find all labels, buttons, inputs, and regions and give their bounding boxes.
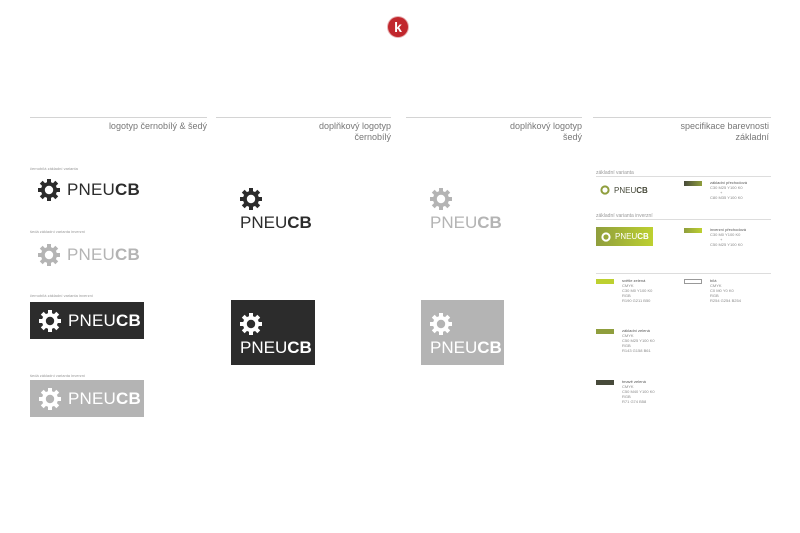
column-title-3: doplňkový logotyp šedý: [509, 121, 582, 142]
swatch-dark-green: [596, 380, 614, 385]
spec-white: bílá CMYK C0 M0 Y0 K0 RGB R254 G254 B254: [710, 278, 741, 303]
swatch-white: [684, 279, 702, 284]
spec-dark-green: tmavě zelená CMYK C50 M40 Y100 K0 RGB R7…: [622, 379, 655, 404]
ring-icon: [601, 231, 611, 242]
logo-wordmark: PNEUCB: [615, 232, 649, 241]
logo-grey-basic: PNEUCB: [38, 244, 140, 266]
gear-icon: [38, 244, 60, 266]
spec-rule-3: [596, 273, 771, 274]
ring-icon: [600, 185, 610, 195]
label-bw-basic: černobílá základní varianta: [30, 166, 78, 171]
column-rule-3: [406, 117, 582, 118]
logo-vertical-grey: PNEUCB: [430, 188, 502, 233]
swatch-gradient-basic: [684, 181, 702, 186]
logo-grey-inverse-panel: PNEUCB: [30, 380, 144, 417]
gear-icon: [38, 179, 60, 201]
gear-icon: [430, 188, 452, 210]
logo-bw-basic: PNEUCB: [38, 179, 140, 201]
gear-icon: [240, 313, 262, 335]
column-rule-1: [30, 117, 207, 118]
gear-icon: [430, 313, 452, 335]
column-rule-4: [593, 117, 771, 118]
label-grey-basic: šedá základní varianta inverzní: [30, 229, 86, 234]
logo-vertical-grey-inverse-panel: PNEUCB: [421, 300, 504, 365]
spec-basic-green: základní zelená CMYK C50 M25 Y100 K0 RGB…: [622, 328, 655, 353]
column-title-2: doplňkový logotyp černobílý: [318, 121, 391, 142]
label-grey-inverse: šedá základní varianta inverzní: [30, 373, 86, 378]
swatch-basic-green: [596, 329, 614, 334]
spec-gradient-inverse: inverzní přechodová C30 M0 Y100 K0 + C50…: [710, 227, 747, 247]
logo-color-basic: PNEUCB: [600, 185, 648, 195]
spec-light-green: světle zelená CMYK C30 M0 Y100 K0 RGB R1…: [622, 278, 653, 303]
label-bw-inverse: černobílá základní varianta inverzní: [30, 293, 93, 298]
column-title-4: specifikace barevnosti základní: [680, 121, 769, 142]
logo-wordmark: PNEUCB: [68, 310, 142, 330]
column-title-1: logotyp černobílý & šedý: [108, 121, 207, 131]
logo-vertical-bw: PNEUCB: [240, 188, 312, 233]
swatch-light-green: [596, 279, 614, 284]
logo-bw-inverse-panel: PNEUCB: [30, 302, 144, 339]
gear-icon: [39, 309, 61, 332]
logo-wordmark: PNEUCB: [430, 338, 502, 357]
gear-icon: [39, 387, 61, 410]
logo-wordmark: PNEUCB: [430, 213, 502, 232]
spec-rule-1: [596, 176, 771, 177]
logo-wordmark: PNEUCB: [240, 338, 312, 357]
column-rule-2: [216, 117, 391, 118]
logo-wordmark: PNEUCB: [240, 213, 312, 232]
logo-wordmark: PNEUCB: [67, 245, 141, 264]
logo-vertical-bw-inverse-panel: PNEUCB: [231, 300, 315, 365]
logo-wordmark: PNEUCB: [68, 388, 142, 408]
spec-rule-2: [596, 219, 771, 220]
logo-wordmark: PNEUCB: [67, 180, 141, 199]
brand-logo-mark: k: [388, 17, 408, 37]
gear-icon: [240, 188, 262, 210]
logo-color-inverse-panel: PNEUCB: [596, 227, 653, 246]
logo-wordmark: PNEUCB: [614, 185, 648, 195]
spec-gradient-basic: základní přechodová C30 M25 Y100 K0 + C8…: [710, 180, 747, 200]
swatch-gradient-inverse: [684, 228, 702, 233]
